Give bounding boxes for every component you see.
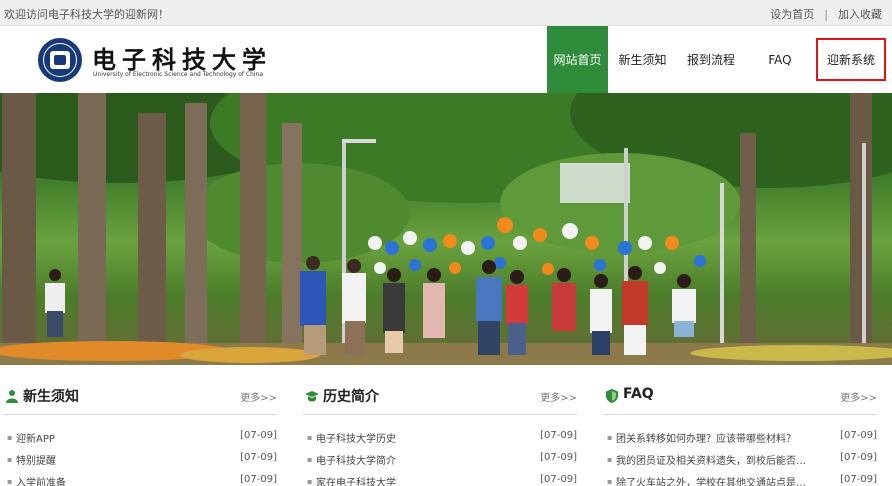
nav-item-label: 迎新系统 xyxy=(815,38,886,81)
graduation-cap-icon xyxy=(305,391,319,402)
section-header: 新生须知 更多>> xyxy=(3,377,277,415)
section-header: FAQ 更多>> xyxy=(603,377,877,415)
section-title: 新生须知 xyxy=(23,389,79,405)
list-item-date: [07-09] xyxy=(540,430,577,441)
section-title: 历史简介 xyxy=(323,389,379,405)
list-item-date: [07-09] xyxy=(240,474,277,485)
bullet-icon: ▪ xyxy=(307,433,313,442)
list-item-date: [07-09] xyxy=(840,430,877,441)
hero-banner-photo xyxy=(0,93,892,365)
list-item: ▪ 迎新APP [07-09] xyxy=(3,428,277,450)
top-bar: 欢迎访问电子科技大学的迎新网！ 设为首页 | 加入收藏 xyxy=(0,0,892,26)
nav-item-label: 网站首页 xyxy=(553,53,602,67)
welcome-text: 欢迎访问电子科技大学的迎新网！ xyxy=(4,8,169,21)
bullet-icon: ▪ xyxy=(7,455,13,464)
top-links: 设为首页 | 加入收藏 xyxy=(770,6,882,22)
set-home-link[interactable]: 设为首页 xyxy=(770,6,814,22)
nav-item-faq[interactable]: FAQ xyxy=(745,26,815,93)
list-item: ▪ 除了火车站之外，学校在其他交通站点是否... [07-09] xyxy=(603,472,877,486)
nav-item-label: 报到流程 xyxy=(686,53,735,67)
list-item-date: [07-09] xyxy=(840,474,877,485)
list-item-link[interactable]: 电子科技大学历史 xyxy=(316,430,511,445)
list-item-link[interactable]: 电子科技大学简介 xyxy=(316,452,511,467)
section-freshman-notice: 新生须知 更多>> ▪ 迎新APP [07-09] ▪ 特别提醒 [07-09]… xyxy=(3,377,277,486)
list-item-link[interactable]: 除了火车站之外，学校在其他交通站点是否... xyxy=(616,474,811,486)
list-item: ▪ 电子科技大学简介 [07-09] xyxy=(303,450,577,472)
more-link[interactable]: 更多>> xyxy=(540,389,577,404)
news-list: ▪ 团关系转移如何办理？应该带哪些材料？ [07-09] ▪ 我的团员证及相关资… xyxy=(603,428,877,486)
list-item-date: [07-09] xyxy=(540,452,577,463)
bullet-icon: ▪ xyxy=(7,433,13,442)
nav-item-label: FAQ xyxy=(768,52,792,67)
list-item-date: [07-09] xyxy=(240,452,277,463)
seal-emblem xyxy=(50,51,70,69)
news-list: ▪ 电子科技大学历史 [07-09] ▪ 电子科技大学简介 [07-09] ▪ … xyxy=(303,428,577,486)
nav-item-registration-process[interactable]: 报到流程 xyxy=(677,26,745,93)
list-item: ▪ 入学前准备 [07-09] xyxy=(3,472,277,486)
university-seal-icon[interactable] xyxy=(38,38,82,82)
list-item-date: [07-09] xyxy=(240,430,277,441)
bullet-icon: ▪ xyxy=(607,477,613,486)
more-link[interactable]: 更多>> xyxy=(240,389,277,404)
section-title: FAQ xyxy=(623,386,654,402)
list-item-date: [07-09] xyxy=(540,474,577,485)
nav-item-label: 新生须知 xyxy=(618,53,667,67)
bullet-icon: ▪ xyxy=(307,477,313,486)
logo-english-name: University of Electronic Science and Tec… xyxy=(93,71,264,78)
news-list: ▪ 迎新APP [07-09] ▪ 特别提醒 [07-09] ▪ 入学前准备 [… xyxy=(3,428,277,486)
top-links-separator: | xyxy=(824,7,828,21)
list-item-link[interactable]: 团关系转移如何办理？应该带哪些材料？ xyxy=(616,430,811,445)
nav-item-home[interactable]: 网站首页 xyxy=(547,26,608,93)
more-link[interactable]: 更多>> xyxy=(840,389,877,404)
hero-illustration xyxy=(0,93,892,365)
list-item-link[interactable]: 家在电子科技大学 xyxy=(316,474,511,486)
section-history: 历史简介 更多>> ▪ 电子科技大学历史 [07-09] ▪ 电子科技大学简介 … xyxy=(303,377,577,486)
bookmark-link[interactable]: 加入收藏 xyxy=(838,6,882,22)
list-item-link[interactable]: 迎新APP xyxy=(16,430,211,445)
main-nav: 网站首页 新生须知 报到流程 FAQ 迎新系统 xyxy=(547,26,887,93)
list-item: ▪ 家在电子科技大学 [07-09] xyxy=(303,472,577,486)
site-header: 电子科技大学 University of Electronic Science … xyxy=(0,26,892,93)
bullet-icon: ▪ xyxy=(307,455,313,464)
list-item: ▪ 电子科技大学历史 [07-09] xyxy=(303,428,577,450)
list-item: ▪ 特别提醒 [07-09] xyxy=(3,450,277,472)
bullet-icon: ▪ xyxy=(607,455,613,464)
list-item: ▪ 团关系转移如何办理？应该带哪些材料？ [07-09] xyxy=(603,428,877,450)
list-item-link[interactable]: 入学前准备 xyxy=(16,474,211,486)
nav-item-freshman-notice[interactable]: 新生须知 xyxy=(608,26,677,93)
section-header: 历史简介 更多>> xyxy=(303,377,577,415)
person-icon xyxy=(6,390,18,403)
list-item-date: [07-09] xyxy=(840,452,877,463)
shield-icon xyxy=(606,389,618,403)
bullet-icon: ▪ xyxy=(7,477,13,486)
list-item: ▪ 我的团员证及相关资料遗失，到校后能否补... [07-09] xyxy=(603,450,877,472)
section-faq: FAQ 更多>> ▪ 团关系转移如何办理？应该带哪些材料？ [07-09] ▪ … xyxy=(603,377,877,486)
list-item-link[interactable]: 特别提醒 xyxy=(16,452,211,467)
list-item-link[interactable]: 我的团员证及相关资料遗失，到校后能否补... xyxy=(616,452,811,467)
nav-item-welcome-system[interactable]: 迎新系统 xyxy=(815,26,887,93)
bullet-icon: ▪ xyxy=(607,433,613,442)
logo-chinese-name[interactable]: 电子科技大学 xyxy=(92,40,272,75)
